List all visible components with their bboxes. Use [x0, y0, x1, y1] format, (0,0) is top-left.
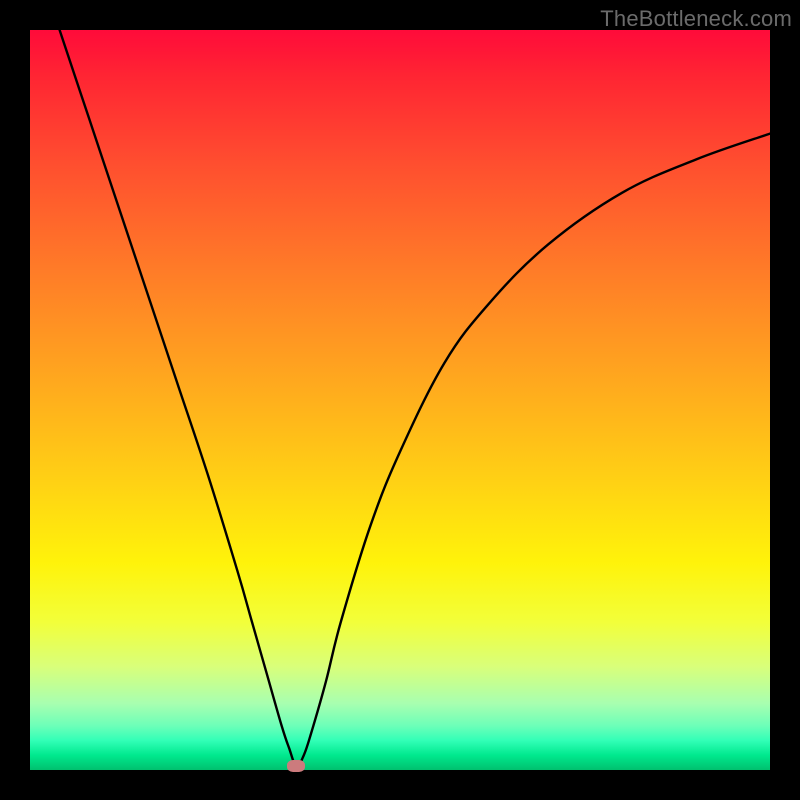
optimal-marker — [287, 760, 305, 772]
chart-frame: TheBottleneck.com — [0, 0, 800, 800]
plot-area — [30, 30, 770, 770]
curve-path — [60, 30, 770, 766]
bottleneck-curve — [30, 30, 770, 770]
watermark-text: TheBottleneck.com — [600, 6, 792, 32]
